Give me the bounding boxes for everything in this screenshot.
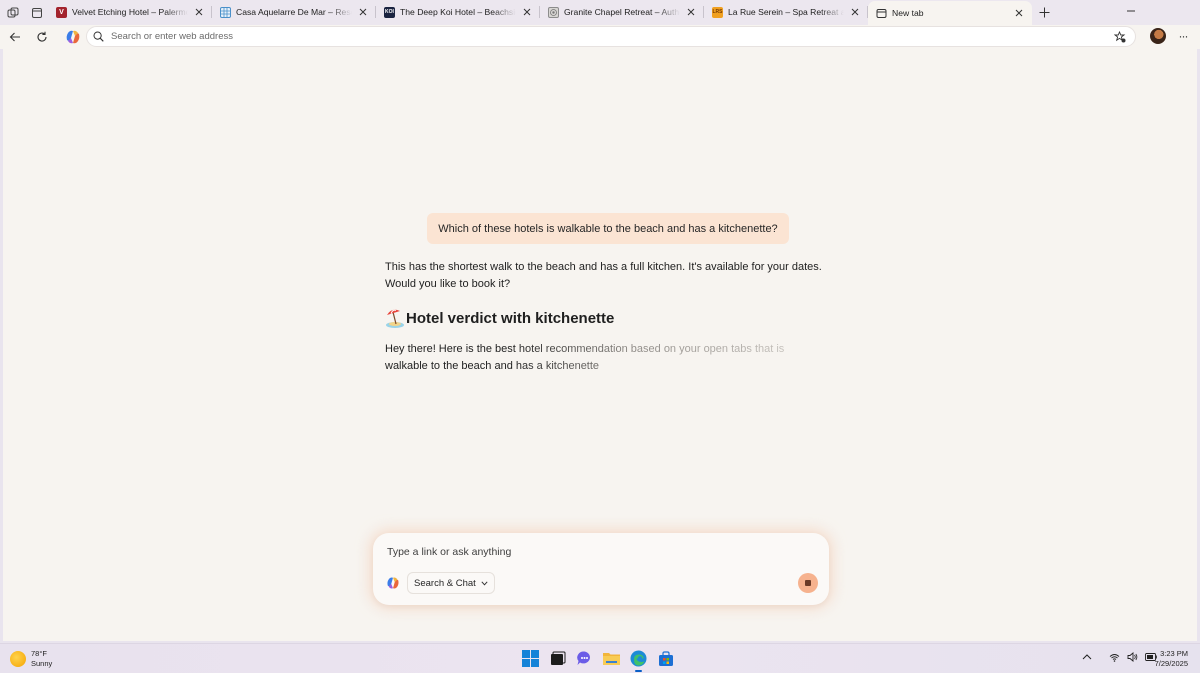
tab-velvet-etching[interactable]: V Velvet Etching Hotel – Palermo Travel xyxy=(48,0,212,24)
system-clock[interactable]: 3:23 PM 7/29/2025 xyxy=(1146,649,1188,669)
chevron-up-icon[interactable] xyxy=(1082,653,1092,661)
lrs-logo-icon: LRS xyxy=(712,6,723,18)
refresh-icon xyxy=(37,31,47,42)
stone-logo-icon xyxy=(548,6,559,18)
tab-title: New tab xyxy=(892,8,924,18)
volume-icon[interactable] xyxy=(1127,652,1138,662)
task-view-icon[interactable] xyxy=(548,649,567,668)
tab-title: Casa Aquelarre De Mar – Resorts Network xyxy=(236,7,352,17)
refresh-button[interactable] xyxy=(32,27,52,47)
stop-icon xyxy=(805,580,811,586)
settings-more-button[interactable]: ··· xyxy=(1175,28,1191,44)
tab-title: The Deep Koi Hotel – Beachside Travel xyxy=(400,7,516,17)
search-icon xyxy=(93,31,104,42)
verdict-heading-text: Hotel verdict with kitchenette xyxy=(406,309,615,327)
close-icon[interactable] xyxy=(1012,6,1026,20)
copilot-button[interactable] xyxy=(62,26,84,48)
windows-start-icon[interactable] xyxy=(521,649,540,668)
tab-new-tab[interactable]: New tab xyxy=(868,1,1032,25)
back-arrow-icon xyxy=(9,32,20,42)
clock-date: 7/29/2025 xyxy=(1154,659,1188,668)
close-icon[interactable] xyxy=(520,5,534,19)
copilot-icon xyxy=(387,577,399,589)
edge-browser-icon[interactable] xyxy=(629,649,648,672)
star-plus-icon xyxy=(1114,31,1126,43)
close-icon[interactable] xyxy=(356,5,370,19)
profile-avatar[interactable] xyxy=(1150,28,1166,44)
chat-app-icon[interactable] xyxy=(575,649,594,668)
tab-title: Velvet Etching Hotel – Palermo Travel xyxy=(72,7,188,17)
tab-title: La Rue Serein – Spa Retreat and Hotel xyxy=(728,7,844,17)
chat-composer: Search & Chat xyxy=(373,533,829,605)
address-toolbar: ··· xyxy=(0,25,1200,49)
mode-dropdown[interactable]: Search & Chat xyxy=(407,572,495,594)
store-icon[interactable] xyxy=(656,649,675,668)
taskbar-apps xyxy=(521,649,675,672)
tab-la-rue-serein[interactable]: LRS La Rue Serein – Spa Retreat and Hote… xyxy=(704,0,868,24)
newtab-icon xyxy=(876,8,887,19)
tab-strip: V Velvet Etching Hotel – Palermo Travel … xyxy=(0,0,1200,25)
plus-icon xyxy=(1039,7,1049,17)
back-button[interactable] xyxy=(5,27,25,47)
minimize-button[interactable] xyxy=(1123,3,1139,19)
copilot-icon xyxy=(66,30,80,44)
minimize-icon xyxy=(1127,10,1135,12)
file-explorer-icon[interactable] xyxy=(602,649,621,668)
verdict-heading: Hotel verdict with kitchenette xyxy=(385,307,614,329)
v-logo-icon: V xyxy=(56,6,67,18)
assistant-answer: This has the shortest walk to the beach … xyxy=(385,261,822,290)
taskbar: 78°F Sunny 3:23 PM 7/29/2025 xyxy=(0,643,1200,673)
tab-casa-aquelarre[interactable]: Casa Aquelarre De Mar – Resorts Network xyxy=(212,0,376,24)
tab-actions-icon[interactable] xyxy=(25,1,49,25)
close-icon[interactable] xyxy=(848,5,862,19)
user-message-bubble: Which of these hotels is walkable to the… xyxy=(427,213,789,244)
tab-granite-chapel[interactable]: Granite Chapel Retreat – Authentic Stays xyxy=(540,0,704,24)
address-bar[interactable] xyxy=(86,26,1136,47)
address-input[interactable] xyxy=(111,31,1071,42)
tab-strip-left-controls xyxy=(0,0,49,25)
workspaces-icon[interactable] xyxy=(1,1,25,25)
weather-temp: 78°F xyxy=(31,649,47,658)
new-tab-button[interactable] xyxy=(1034,2,1054,22)
koi-logo-icon: KOI xyxy=(384,6,395,18)
sun-icon xyxy=(10,651,26,667)
streaming-response: Hey there! Here is the best hotel recomm… xyxy=(385,341,795,374)
chevron-down-icon xyxy=(481,580,488,586)
chat-page: Which of these hotels is walkable to the… xyxy=(3,49,1197,641)
close-icon[interactable] xyxy=(192,5,206,19)
tab-title: Granite Chapel Retreat – Authentic Stays xyxy=(564,7,680,17)
stop-generating-button[interactable] xyxy=(798,573,818,593)
add-favorite-button[interactable] xyxy=(1113,30,1127,44)
more-horizontal-icon: ··· xyxy=(1178,29,1189,43)
mode-label: Search & Chat xyxy=(414,577,476,589)
close-icon[interactable] xyxy=(684,5,698,19)
tab-list: V Velvet Etching Hotel – Palermo Travel … xyxy=(48,0,1032,25)
chat-input[interactable] xyxy=(387,546,787,558)
clock-time: 3:23 PM xyxy=(1160,649,1188,658)
wifi-icon[interactable] xyxy=(1109,653,1120,662)
weather-condition: Sunny xyxy=(31,659,53,668)
weather-widget[interactable]: 78°F Sunny xyxy=(10,649,52,669)
grid-logo-icon xyxy=(220,6,231,18)
beach-umbrella-icon xyxy=(385,307,405,329)
tab-deep-koi[interactable]: KOI The Deep Koi Hotel – Beachside Trave… xyxy=(376,0,540,24)
